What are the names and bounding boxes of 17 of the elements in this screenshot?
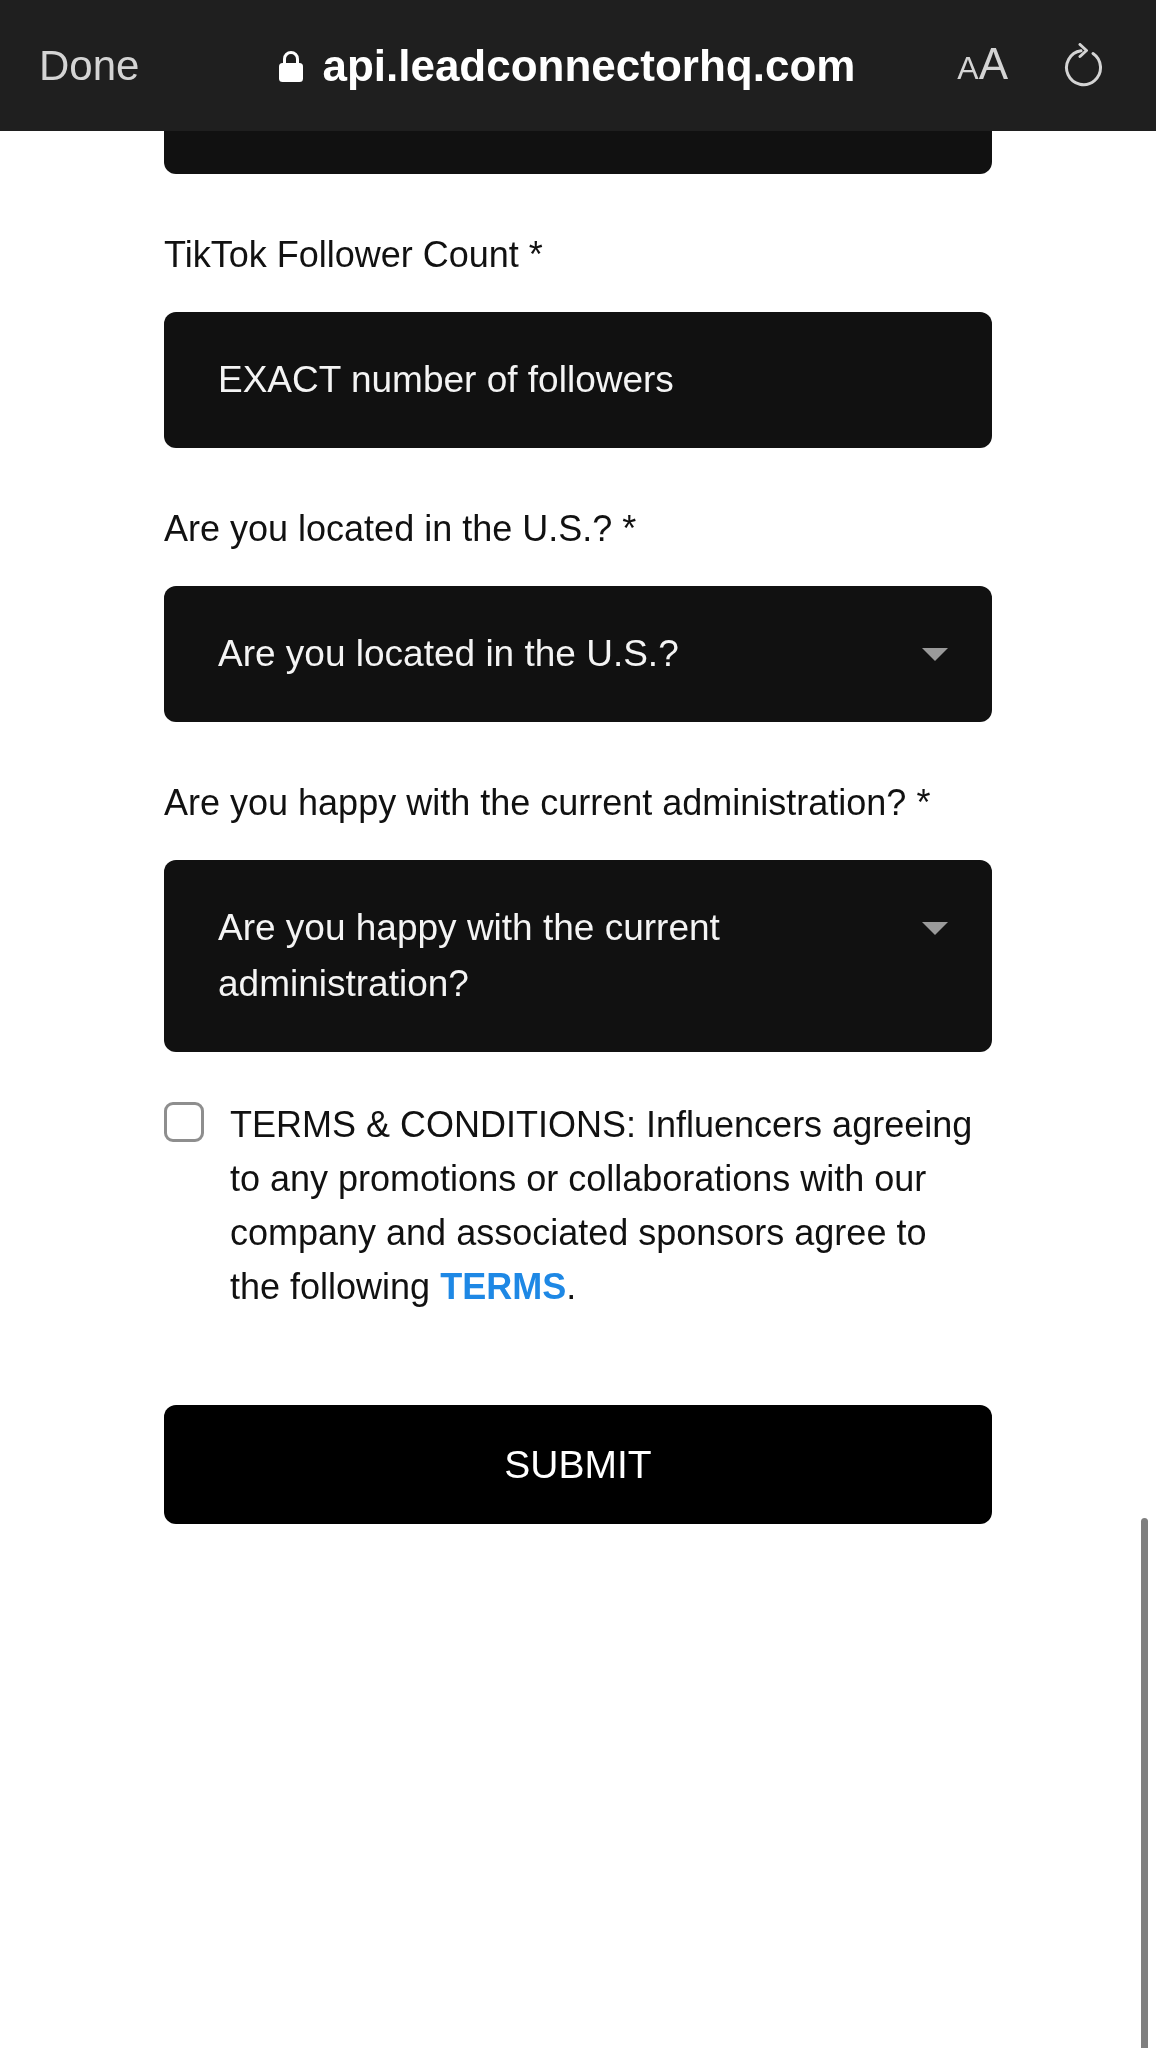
submit-button[interactable]: SUBMIT (164, 1405, 992, 1524)
terms-link[interactable]: TERMS (440, 1266, 567, 1307)
field-label: Are you located in the U.S.? * (164, 507, 638, 551)
input-field[interactable] (164, 131, 992, 174)
caret-icon (922, 648, 948, 661)
field-label: Are you happy with the current administration? * (164, 781, 932, 825)
url-text[interactable]: api.leadconnectorhq.com (322, 39, 856, 92)
caret-icon (922, 922, 948, 935)
text-size-button[interactable]: AA (957, 37, 1008, 94)
done-button[interactable]: Done (39, 40, 140, 91)
terms-text: TERMS & CONDITIONS: Influencers agreeing to any promotions or collaborations with our company and associated sponsors agree to the following TERMS. (230, 1103, 974, 1309)
dropdown-field[interactable]: Are you located in the U.S.? (164, 586, 992, 722)
checkbox[interactable] (164, 1102, 204, 1142)
input-field[interactable]: EXACT number of followers (164, 312, 992, 448)
dropdown-field[interactable]: Are you happy with the current administration? (164, 860, 992, 1052)
field-label: TikTok Follower Count * (164, 233, 544, 277)
lock-icon (279, 49, 304, 82)
